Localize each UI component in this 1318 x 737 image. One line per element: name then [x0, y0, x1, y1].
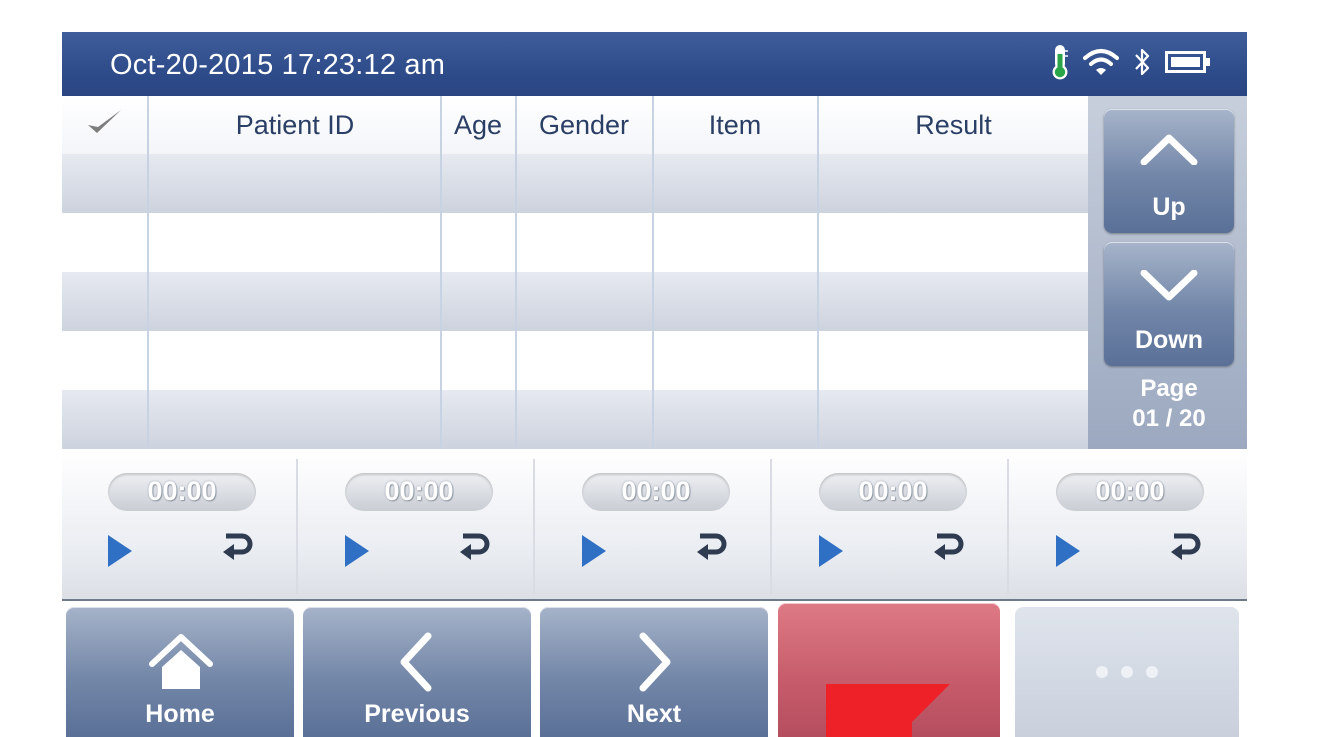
- timer-slot: 00:00: [1010, 449, 1246, 599]
- patient-table: Patient ID Age Gender Item Result: [62, 96, 1088, 449]
- column-header-age[interactable]: Age: [442, 110, 514, 141]
- reset-icon[interactable]: [1168, 531, 1202, 567]
- page-up-label: Up: [1152, 193, 1186, 221]
- table-row[interactable]: [62, 331, 1088, 390]
- home-label: Home: [145, 700, 215, 728]
- thermometer-icon: [1051, 44, 1069, 85]
- table-row[interactable]: [62, 272, 1088, 331]
- home-button[interactable]: Home: [66, 607, 294, 737]
- column-divider: [817, 96, 819, 449]
- flag-icon: [826, 684, 950, 737]
- column-header-item[interactable]: Item: [654, 110, 816, 141]
- page-indicator: Page 01 / 20: [1104, 374, 1234, 434]
- timer-strip: 00:00 00:00 00:00 00:00 00:00: [62, 449, 1247, 601]
- device-screen: Oct-20-2015 17:23:12 am Patient ID Age G…: [62, 32, 1247, 737]
- next-label: Next: [626, 700, 682, 728]
- timer-display: 00:00: [819, 473, 967, 511]
- status-icons: [1051, 44, 1211, 85]
- ellipsis-icon: [1096, 666, 1158, 678]
- page-up-button[interactable]: Up: [1104, 109, 1234, 233]
- timer-slot: 00:00: [299, 449, 535, 599]
- select-all-checkbox[interactable]: [84, 108, 124, 145]
- column-header-patient-id[interactable]: Patient ID: [150, 110, 440, 141]
- play-icon[interactable]: [345, 535, 369, 567]
- play-icon[interactable]: [108, 535, 132, 567]
- play-icon[interactable]: [819, 535, 843, 567]
- table-row[interactable]: [62, 213, 1088, 272]
- status-bar: Oct-20-2015 17:23:12 am: [62, 32, 1247, 96]
- previous-label: Previous: [364, 700, 470, 728]
- page-label: Page: [1140, 375, 1198, 402]
- table-row[interactable]: [62, 154, 1088, 213]
- page-down-button[interactable]: Down: [1104, 242, 1234, 366]
- reset-icon[interactable]: [457, 531, 491, 567]
- play-icon[interactable]: [582, 535, 606, 567]
- page-down-label: Down: [1134, 326, 1204, 354]
- bluetooth-icon: [1133, 47, 1151, 82]
- page-value: 01 / 20: [1132, 405, 1206, 432]
- bottom-nav: Home Previous Next: [62, 601, 1247, 737]
- column-header-result[interactable]: Result: [819, 110, 1088, 141]
- column-divider: [147, 96, 149, 449]
- timer-slot: 00:00: [536, 449, 772, 599]
- chevron-right-icon: [639, 632, 671, 692]
- timer-display: 00:00: [582, 473, 730, 511]
- column-divider: [515, 96, 517, 449]
- battery-icon: [1165, 50, 1211, 78]
- column-header-gender[interactable]: Gender: [517, 110, 651, 141]
- chevron-left-icon: [400, 632, 432, 692]
- chevron-up-icon: [1140, 134, 1198, 165]
- column-divider: [440, 96, 442, 449]
- timer-slot: 00:00: [773, 449, 1009, 599]
- play-icon[interactable]: [1056, 535, 1080, 567]
- slot-divider: [770, 459, 772, 594]
- slot-divider: [533, 459, 535, 594]
- timer-display: 00:00: [108, 473, 256, 511]
- chevron-down-icon: [1140, 270, 1198, 301]
- pager-panel: Up Down Page 01 / 20: [1088, 96, 1247, 449]
- table-row[interactable]: [62, 390, 1088, 449]
- reset-icon[interactable]: [220, 531, 254, 567]
- previous-button[interactable]: Previous: [303, 607, 531, 737]
- timer-display: 00:00: [345, 473, 493, 511]
- table-header: Patient ID Age Gender Item Result: [62, 96, 1088, 154]
- more-button: [1015, 607, 1239, 737]
- reset-icon[interactable]: [694, 531, 728, 567]
- datetime: Oct-20-2015 17:23:12 am: [110, 49, 446, 81]
- home-icon: [149, 634, 213, 689]
- slot-divider: [1007, 459, 1009, 594]
- checkmark-icon: [88, 110, 121, 133]
- reset-icon[interactable]: [931, 531, 965, 567]
- timer-slot: 00:00: [62, 449, 298, 599]
- column-divider: [652, 96, 654, 449]
- next-button[interactable]: Next: [540, 607, 768, 737]
- timer-display: 00:00: [1056, 473, 1204, 511]
- slot-divider: [296, 459, 298, 594]
- wifi-icon: [1083, 48, 1119, 81]
